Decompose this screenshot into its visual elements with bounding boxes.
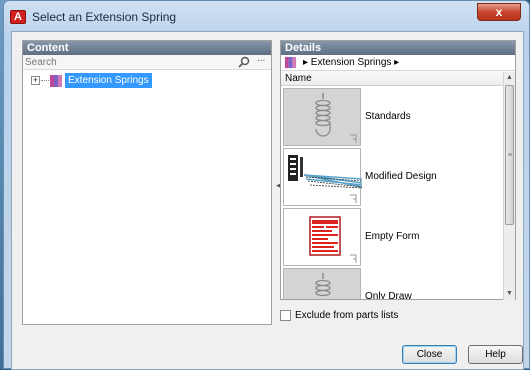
details-list: Standards Modified Design Empty Form Onl… xyxy=(281,87,505,299)
grip-icon: ≡ xyxy=(508,152,513,159)
dialog-client-area: Content ... + Extension Springs xyxy=(11,31,524,370)
scroll-down-arrow-icon[interactable]: ▼ xyxy=(504,288,515,300)
book-icon xyxy=(50,75,62,87)
list-item-only-draw[interactable]: Only Draw xyxy=(281,267,505,299)
item-label[interactable]: Standards xyxy=(365,111,411,122)
list-item-standards[interactable]: Standards xyxy=(281,87,505,147)
breadcrumb-path[interactable]: ▸ Extension Springs ▸ xyxy=(303,57,399,68)
search-row: ... xyxy=(23,53,271,70)
breadcrumb[interactable]: ▸ Extension Springs ▸ xyxy=(281,55,515,71)
autodesk-app-icon: A xyxy=(10,10,26,24)
tree-expander[interactable]: + xyxy=(31,76,40,85)
spring-icon xyxy=(283,88,361,146)
window-title: Select an Extension Spring xyxy=(32,10,177,24)
item-label[interactable]: Empty Form xyxy=(365,231,419,242)
dialog-window: A Select an Extension Spring x Content .… xyxy=(3,0,530,370)
form-icon xyxy=(283,208,361,266)
window-close-button[interactable]: x xyxy=(477,3,521,21)
scroll-up-arrow-icon[interactable]: ▲ xyxy=(504,72,515,84)
content-pane: Content ... + Extension Springs xyxy=(22,40,272,325)
item-label[interactable]: Modified Design xyxy=(365,171,437,182)
details-scrollbar[interactable]: ▲ ≡ ▼ xyxy=(503,72,515,300)
details-pane: Details ▸ Extension Springs ▸ Name Stand… xyxy=(280,40,516,300)
exclude-checkbox[interactable] xyxy=(280,310,291,321)
help-button[interactable]: Help xyxy=(468,345,523,364)
tree-item-extension-springs[interactable]: + Extension Springs xyxy=(23,73,271,89)
title-bar[interactable]: A Select an Extension Spring x xyxy=(4,1,529,31)
tree-connector xyxy=(41,80,49,81)
scroll-thumb[interactable]: ≡ xyxy=(505,85,514,225)
close-button[interactable]: Close xyxy=(402,345,457,364)
spring-drawing-icon xyxy=(283,148,362,206)
list-item-empty-form[interactable]: Empty Form xyxy=(281,207,505,267)
search-options-button[interactable]: ... xyxy=(257,53,265,64)
search-icon[interactable] xyxy=(238,56,250,68)
exclude-label[interactable]: Exclude from parts lists xyxy=(295,309,398,322)
tree-item-label[interactable]: Extension Springs xyxy=(65,73,152,88)
details-header: Details xyxy=(281,41,515,55)
content-header: Content xyxy=(23,41,271,55)
list-item-modified-design[interactable]: Modified Design xyxy=(281,147,505,207)
spring-icon xyxy=(283,268,361,299)
column-header-name[interactable]: Name xyxy=(281,71,515,86)
item-label[interactable]: Only Draw xyxy=(365,291,412,299)
book-icon xyxy=(284,56,297,69)
search-input[interactable] xyxy=(23,55,228,69)
